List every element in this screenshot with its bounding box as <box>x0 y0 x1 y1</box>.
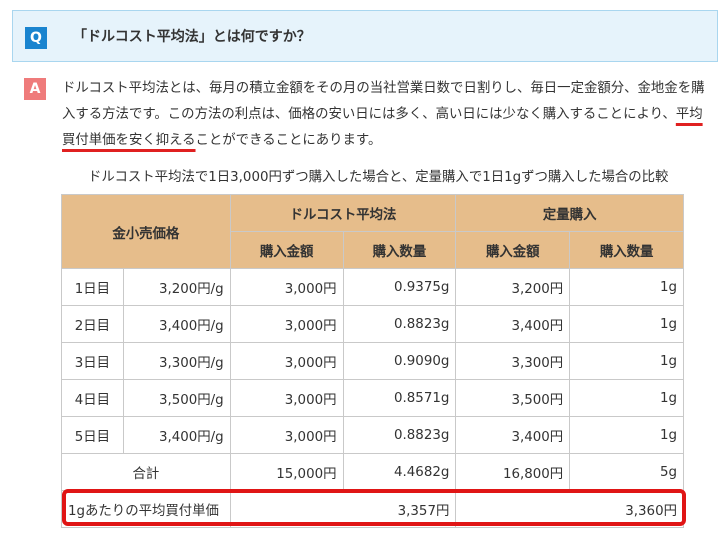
fixed-quantity-cell: 1g <box>569 268 684 306</box>
header-gold-price: 金小売価格 <box>61 194 231 269</box>
total-fixed-quantity: 5g <box>569 453 684 491</box>
dca-quantity-cell: 0.8571g <box>342 379 457 417</box>
day-cell: 3日目 <box>61 342 124 380</box>
total-row: 合計 15,000円 4.4682g 16,800円 5g <box>61 453 684 491</box>
total-fixed-amount: 16,800円 <box>455 453 571 491</box>
dca-amount-cell: 3,000円 <box>229 379 344 417</box>
dca-quantity-cell: 0.8823g <box>342 416 457 454</box>
price-cell: 3,300円/g <box>122 342 231 380</box>
dca-amount-cell: 3,000円 <box>229 268 344 306</box>
table-caption: ドルコスト平均法で1日3,000円ずつ購入した場合と、定量購入で1日1gずつ購入… <box>88 170 669 185</box>
fixed-amount-cell: 3,200円 <box>455 268 571 306</box>
dca-quantity-cell: 0.8823g <box>342 305 457 343</box>
price-cell: 3,400円/g <box>122 416 231 454</box>
table-row: 3日目 3,300円/g 3,000円 0.9090g 3,300円 1g <box>61 342 684 380</box>
question-text: 「ドルコスト平均法」とは何ですか？ <box>73 29 311 45</box>
dca-quantity-cell: 0.9375g <box>342 268 457 306</box>
table-row: 5日目 3,400円/g 3,000円 0.8823g 3,400円 1g <box>61 416 684 454</box>
day-cell: 5日目 <box>61 416 124 454</box>
day-cell: 2日目 <box>61 305 124 343</box>
day-cell: 1日目 <box>61 268 124 306</box>
dca-amount-cell: 3,000円 <box>229 416 344 454</box>
answer-text-part2: ことができることにあります。 <box>195 133 382 148</box>
dca-amount-cell: 3,000円 <box>229 305 344 343</box>
question-box: Q 「ドルコスト平均法」とは何ですか？ <box>12 10 718 62</box>
price-cell: 3,500円/g <box>122 379 231 417</box>
average-price-label: 1gあたりの平均買付単価 <box>61 490 231 528</box>
header-dollar-cost-averaging: ドルコスト平均法 <box>229 194 457 232</box>
average-price-fixed: 3,360円 <box>455 490 684 528</box>
subheader-dca-quantity: 購入数量 <box>342 231 457 269</box>
answer-text-part1: ドルコスト平均法とは、毎月の積立金額をその月の当社営業日数で日割りし、毎日一定金… <box>62 81 705 122</box>
subheader-fixed-amount: 購入金額 <box>455 231 571 269</box>
price-cell: 3,200円/g <box>122 268 231 306</box>
question-badge: Q <box>25 27 47 49</box>
table-row: 1日目 3,200円/g 3,000円 0.9375g 3,200円 1g <box>61 268 684 306</box>
fixed-quantity-cell: 1g <box>569 342 684 380</box>
fixed-quantity-cell: 1g <box>569 416 684 454</box>
header-fixed-quantity: 定量購入 <box>455 194 684 232</box>
fixed-amount-cell: 3,500円 <box>455 379 571 417</box>
fixed-amount-cell: 3,400円 <box>455 416 571 454</box>
average-price-row: 1gあたりの平均買付単価 3,357円 3,360円 <box>61 490 684 528</box>
subheader-fixed-quantity: 購入数量 <box>569 231 684 269</box>
fixed-quantity-cell: 1g <box>569 305 684 343</box>
average-price-dca: 3,357円 <box>229 490 457 528</box>
total-dca-quantity: 4.4682g <box>342 453 457 491</box>
table-row: 2日目 3,400円/g 3,000円 0.8823g 3,400円 1g <box>61 305 684 343</box>
total-dca-amount: 15,000円 <box>229 453 344 491</box>
day-cell: 4日目 <box>61 379 124 417</box>
total-label: 合計 <box>61 453 231 491</box>
price-cell: 3,400円/g <box>122 305 231 343</box>
dca-quantity-cell: 0.9090g <box>342 342 457 380</box>
table-row: 4日目 3,500円/g 3,000円 0.8571g 3,500円 1g <box>61 379 684 417</box>
dca-amount-cell: 3,000円 <box>229 342 344 380</box>
comparison-table: 金小売価格 ドルコスト平均法 定量購入 購入金額 購入数量 購入金額 購入数量 … <box>61 194 684 528</box>
fixed-amount-cell: 3,300円 <box>455 342 571 380</box>
fixed-quantity-cell: 1g <box>569 379 684 417</box>
answer-text: ドルコスト平均法とは、毎月の積立金額をその月の当社営業日数で日割りし、毎日一定金… <box>62 76 707 154</box>
subheader-dca-amount: 購入金額 <box>229 231 344 269</box>
fixed-amount-cell: 3,400円 <box>455 305 571 343</box>
answer-badge: A <box>24 78 46 100</box>
